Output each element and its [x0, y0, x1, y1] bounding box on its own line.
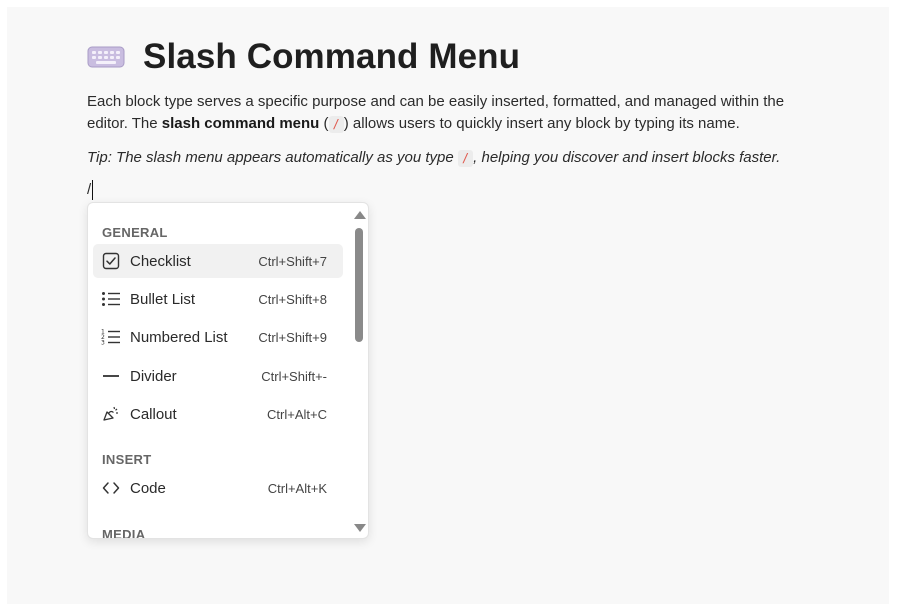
svg-text:3: 3	[101, 340, 105, 347]
menu-item-shortcut: Ctrl+Shift+7	[258, 253, 327, 269]
title-row: Slash Command Menu	[87, 37, 520, 77]
scroll-up-arrow-icon[interactable]	[354, 211, 366, 219]
page-title: Slash Command Menu	[143, 37, 521, 76]
menu-item-code[interactable]: Code Ctrl+Alt+K	[93, 471, 343, 505]
section-header-general: GENERAL	[102, 225, 168, 240]
section-header-media: MEDIA	[102, 527, 146, 539]
section-header-insert: INSERT	[102, 452, 152, 467]
menu-item-shortcut: Ctrl+Shift+-	[261, 368, 327, 384]
menu-item-shortcut: Ctrl+Alt+C	[267, 406, 327, 422]
keyboard-icon	[87, 43, 125, 71]
paragraph-text: (	[319, 115, 329, 132]
menu-item-bullet-list[interactable]: Bullet List Ctrl+Shift+8	[93, 282, 343, 316]
editor-input-line[interactable]: /	[87, 179, 94, 201]
checkbox-icon	[101, 251, 121, 271]
menu-item-label: Numbered List	[130, 328, 228, 346]
inline-code: /	[328, 116, 344, 133]
menu-item-shortcut: Ctrl+Shift+9	[258, 329, 327, 345]
menu-item-shortcut: Ctrl+Alt+K	[267, 480, 327, 496]
paragraph-text: ) allows users to quickly insert any blo…	[343, 115, 740, 132]
menu-item-label: Checklist	[130, 252, 191, 270]
menu-item-label: Bullet List	[130, 290, 196, 308]
code-icon	[101, 478, 121, 498]
description-paragraph: Each block type serves a specific purpos…	[87, 91, 827, 135]
paragraph-bold: slash command menu	[161, 115, 320, 132]
menu-scrollbar[interactable]	[350, 203, 368, 538]
scroll-down-arrow-icon[interactable]	[354, 524, 366, 532]
tip-text: Tip: The slash menu appears automaticall…	[87, 149, 458, 166]
slash-command-menu[interactable]: GENERAL Checklist Ctrl+Shift+7 Bullet Li…	[87, 202, 369, 539]
divider-icon	[101, 366, 121, 386]
menu-item-numbered-list[interactable]: 1 2 3 Numbered List Ctrl+Shift+9	[93, 320, 343, 354]
menu-item-checklist[interactable]: Checklist Ctrl+Shift+7	[93, 244, 343, 278]
inline-code: /	[457, 150, 474, 167]
menu-item-label: Divider	[130, 367, 177, 385]
menu-item-label: Code	[130, 479, 166, 497]
menu-item-callout[interactable]: Callout Ctrl+Alt+C	[93, 397, 343, 431]
numbered-list-icon: 1 2 3	[101, 327, 121, 347]
callout-icon	[101, 404, 121, 424]
editor-page: Slash Command Menu Each block type serve…	[7, 7, 889, 604]
menu-item-divider[interactable]: Divider Ctrl+Shift+-	[93, 359, 343, 393]
scroll-thumb[interactable]	[355, 228, 363, 342]
typed-slash: /	[87, 181, 92, 198]
text-caret	[92, 180, 94, 200]
menu-list: GENERAL Checklist Ctrl+Shift+7 Bullet Li…	[88, 203, 350, 538]
tip-text: , helping you discover and insert blocks…	[473, 149, 781, 166]
bullet-list-icon	[101, 289, 121, 309]
menu-item-shortcut: Ctrl+Shift+8	[258, 291, 327, 307]
tip-paragraph: Tip: The slash menu appears automaticall…	[87, 147, 847, 169]
menu-item-label: Callout	[130, 405, 177, 423]
